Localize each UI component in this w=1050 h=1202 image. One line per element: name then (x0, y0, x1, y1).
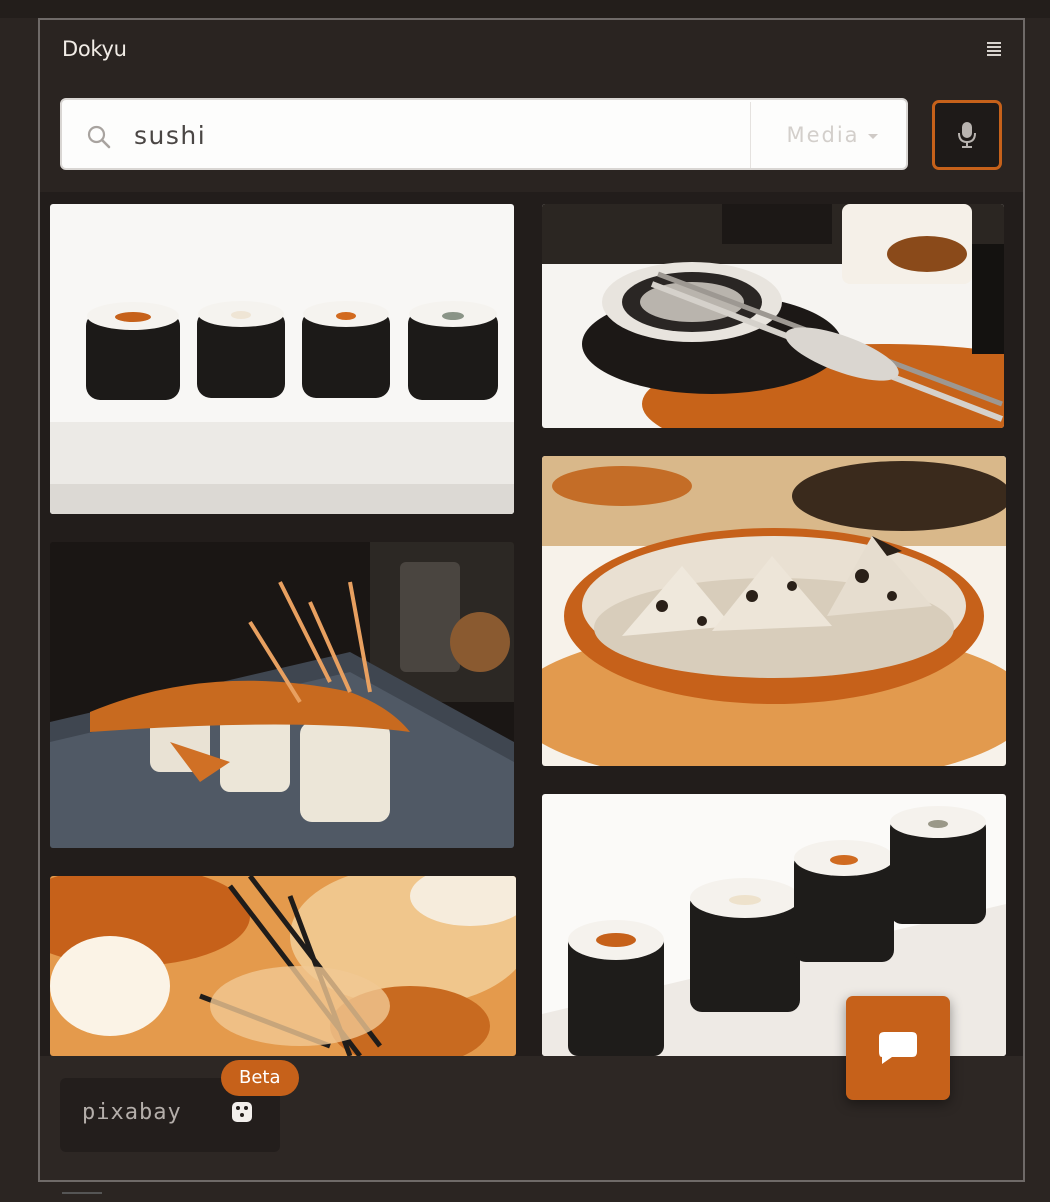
bottom-edge-stub (62, 1192, 102, 1202)
app-window: Dokyu Media (0, 0, 1050, 1202)
app-title: Dokyu (62, 37, 127, 61)
search-row: Media (60, 98, 1005, 172)
image-result[interactable] (50, 876, 516, 1056)
image-result[interactable] (50, 542, 514, 848)
chat-button[interactable] (846, 996, 950, 1100)
chevron-down-icon (867, 134, 878, 139)
image-results-grid (40, 192, 1023, 1056)
dice-icon[interactable] (232, 1102, 252, 1122)
media-type-select[interactable]: Media (762, 114, 902, 156)
image-result[interactable] (50, 204, 514, 514)
image-result[interactable] (542, 204, 1004, 428)
beta-badge: Beta (221, 1060, 299, 1096)
top-strip (0, 0, 1050, 18)
search-input[interactable] (134, 114, 734, 156)
chat-bubble-icon (879, 1032, 917, 1064)
microphone-icon (958, 122, 976, 148)
search-divider (750, 102, 751, 168)
image-result[interactable] (542, 456, 1006, 766)
search-icon (87, 125, 111, 149)
header: Dokyu (40, 20, 1023, 80)
search-box: Media (60, 98, 908, 170)
hamburger-menu-icon[interactable] (987, 42, 1001, 56)
media-select-label: Media (786, 123, 860, 147)
pixabay-logo: pixabay (82, 1100, 182, 1125)
voice-search-button[interactable] (932, 100, 1002, 170)
